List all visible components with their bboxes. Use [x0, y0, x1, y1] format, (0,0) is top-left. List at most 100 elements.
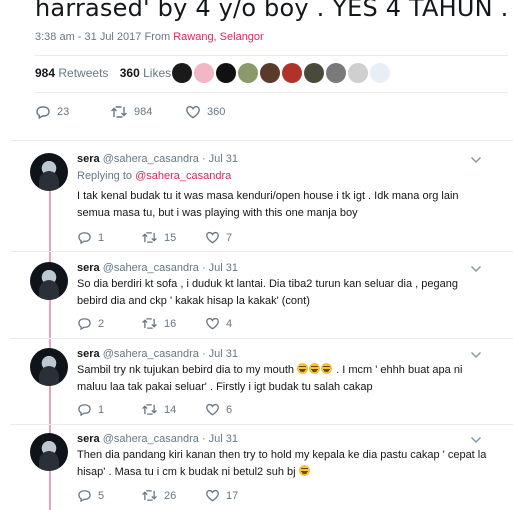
- heart-icon: [206, 403, 219, 416]
- divider: [10, 338, 513, 339]
- liker-avatar[interactable]: [304, 63, 324, 83]
- reply-count: 2: [98, 317, 105, 330]
- reply-header: sera @sahera_casandra · Jul 31: [77, 348, 238, 360]
- chevron-down-icon[interactable]: [470, 436, 482, 444]
- like-count: 6: [226, 403, 233, 416]
- retweet-count: 15: [164, 231, 177, 244]
- reply-actions: 2 16 4: [77, 317, 232, 330]
- user-handle[interactable]: @sahera_casandra: [103, 348, 199, 360]
- divider: [35, 92, 508, 93]
- like-button[interactable]: 360: [185, 105, 225, 119]
- liker-avatar[interactable]: [326, 63, 346, 83]
- like-button[interactable]: 4: [205, 317, 232, 330]
- chevron-down-icon[interactable]: [470, 351, 482, 359]
- reply-tweet[interactable]: sera @sahera_casandra · Jul 31 Sambil tr…: [0, 348, 513, 428]
- like-button[interactable]: 7: [205, 231, 232, 244]
- reply-actions: 1 15 7: [77, 231, 232, 244]
- reply-button[interactable]: 2: [77, 317, 141, 330]
- like-button[interactable]: 17: [205, 489, 238, 502]
- liker-avatar[interactable]: [348, 63, 368, 83]
- user-handle[interactable]: @sahera_casandra: [103, 433, 199, 445]
- like-button[interactable]: 6: [205, 403, 232, 416]
- retweet-icon: [111, 106, 127, 118]
- reply-actions: 5 26 17: [77, 489, 238, 502]
- liker-avatar[interactable]: [172, 63, 192, 83]
- reply-date[interactable]: Jul 31: [209, 262, 238, 274]
- reply-tweet[interactable]: sera @sahera_casandra · Jul 31 Replying …: [0, 153, 513, 253]
- likes-stat[interactable]: 360 Likes: [120, 66, 171, 80]
- retweet-icon: [142, 232, 157, 243]
- liker-avatars: [172, 63, 390, 83]
- tweet-timestamp[interactable]: 3:38 am - 31 Jul 2017: [35, 31, 141, 43]
- reply-text: Then dia pandang kiri kanan then try to …: [77, 447, 487, 481]
- reply-text: Sambil try nk tujukan bebird dia to my m…: [77, 362, 487, 396]
- reply-tweet[interactable]: sera @sahera_casandra · Jul 31 Then dia …: [0, 433, 513, 510]
- user-handle[interactable]: @sahera_casandra: [103, 262, 199, 274]
- reply-text: So dia berdiri kt sofa , i duduk kt lant…: [77, 278, 458, 307]
- retweet-button[interactable]: 16: [141, 317, 205, 330]
- like-count: 7: [226, 231, 233, 244]
- display-name[interactable]: sera: [77, 153, 100, 165]
- separator: ·: [201, 348, 206, 360]
- chevron-down-icon[interactable]: [470, 156, 482, 164]
- reply-header: sera @sahera_casandra · Jul 31: [77, 433, 238, 445]
- reply-button[interactable]: 23: [35, 105, 110, 119]
- reply-date[interactable]: Jul 31: [209, 348, 238, 360]
- retweet-button[interactable]: 14: [141, 403, 205, 416]
- liker-avatar[interactable]: [260, 63, 280, 83]
- retweet-icon: [142, 318, 157, 329]
- heart-icon: [186, 105, 200, 119]
- reply-icon: [78, 318, 91, 330]
- avatar[interactable]: [30, 348, 68, 386]
- reply-count: 5: [98, 489, 105, 502]
- reply-text-part: Then dia pandang kiri kanan then try to …: [77, 449, 487, 478]
- avatar[interactable]: [30, 262, 68, 300]
- liker-avatar[interactable]: [194, 63, 214, 83]
- tweet-text-tail: harrased' by 4 y/o boy . YES 4 TAHUN .: [35, 0, 509, 22]
- retweet-icon: [142, 490, 157, 501]
- separator: ·: [201, 153, 206, 165]
- display-name[interactable]: sera: [77, 262, 100, 274]
- liker-avatar[interactable]: [370, 63, 390, 83]
- main-tweet-actions: 23 984 360: [35, 105, 225, 119]
- retweet-button[interactable]: 26: [141, 489, 205, 502]
- retweet-icon: [142, 404, 157, 415]
- reply-button[interactable]: 5: [77, 489, 141, 502]
- reply-icon: [78, 232, 91, 244]
- separator: ·: [201, 262, 206, 274]
- reply-count: 23: [57, 106, 70, 118]
- reply-text-part: Sambil try nk tujukan bebird dia to my m…: [77, 364, 295, 376]
- heart-icon: [206, 231, 219, 244]
- retweet-count: 14: [164, 403, 177, 416]
- chevron-down-icon[interactable]: [470, 265, 482, 273]
- reply-header: sera @sahera_casandra · Jul 31: [77, 153, 238, 165]
- tweet-stats: 984 Retweets 360 Likes: [35, 66, 171, 80]
- mention-link[interactable]: @sahera_casandra: [135, 170, 231, 182]
- tweet-detail-page: harrased' by 4 y/o boy . YES 4 TAHUN . 3…: [0, 0, 513, 510]
- user-handle[interactable]: @sahera_casandra: [103, 153, 199, 165]
- like-count: 4: [226, 317, 233, 330]
- display-name[interactable]: sera: [77, 348, 100, 360]
- heart-icon: [206, 489, 219, 502]
- reply-date[interactable]: Jul 31: [209, 153, 238, 165]
- reply-count: 1: [98, 403, 105, 416]
- heart-icon: [206, 317, 219, 330]
- divider: [10, 251, 513, 252]
- liker-avatar[interactable]: [282, 63, 302, 83]
- reply-actions: 1 14 6: [77, 403, 232, 416]
- reply-tweet[interactable]: sera @sahera_casandra · Jul 31 So dia be…: [0, 262, 513, 342]
- retweet-count: 26: [164, 489, 177, 502]
- liker-avatar[interactable]: [216, 63, 236, 83]
- retweet-button[interactable]: 15: [141, 231, 205, 244]
- display-name[interactable]: sera: [77, 433, 100, 445]
- avatar[interactable]: [30, 153, 68, 191]
- liker-avatar[interactable]: [238, 63, 258, 83]
- reply-button[interactable]: 1: [77, 231, 141, 244]
- retweets-stat[interactable]: 984 Retweets: [35, 66, 108, 80]
- reply-date[interactable]: Jul 31: [209, 433, 238, 445]
- retweet-button[interactable]: 984: [110, 105, 185, 119]
- reply-button[interactable]: 1: [77, 403, 141, 416]
- avatar[interactable]: [30, 433, 68, 471]
- tweet-location-link[interactable]: Rawang, Selangor: [173, 31, 264, 43]
- divider: [35, 55, 508, 56]
